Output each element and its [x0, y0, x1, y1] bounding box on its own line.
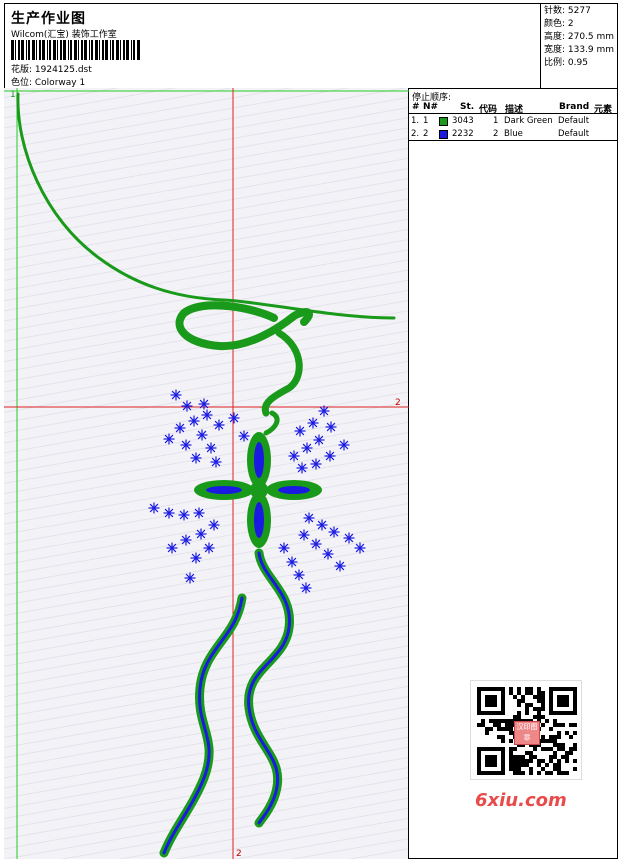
col-needle: N#: [423, 102, 439, 112]
row-stitches: 3043: [452, 116, 474, 126]
col-index: #: [412, 102, 420, 112]
row-code: 2: [493, 129, 499, 139]
barcode-image: [11, 40, 140, 60]
design-width: 宽度: 133.9 mm: [544, 45, 615, 55]
row-index: 2.: [411, 129, 420, 139]
petal-top-inner: [254, 442, 264, 478]
design-file-label: 花版: 1924125.dst: [11, 65, 92, 75]
flower-center: [250, 481, 268, 499]
petal-bottom-inner: [254, 502, 264, 538]
stop-row-1[interactable]: 1. 1 3043 1 Dark Green Default: [409, 115, 618, 128]
col-brand: Brand: [559, 102, 590, 112]
guide-v-label: 2: [236, 849, 242, 859]
page-title: 生产作业图: [11, 11, 86, 27]
panel-divider: [409, 140, 618, 141]
col-code: 代码: [479, 105, 498, 115]
row-index: 1.: [411, 116, 420, 126]
col-element: 元素: [594, 105, 613, 115]
design-scale: 比例: 0.95: [544, 58, 588, 68]
guide-corner-label: 1: [10, 90, 16, 100]
row-brand: Default: [558, 129, 590, 139]
row-needle: 1: [423, 116, 429, 126]
thread-color-swatch: [439, 117, 448, 126]
seal-stamp: 汉印图章: [514, 721, 540, 745]
guide-h-label: 2: [395, 398, 401, 408]
embroidery-canvas: 1 2 2: [4, 88, 409, 859]
watermark-logo: 6xiu.com: [475, 790, 567, 811]
petal-right-inner: [278, 486, 310, 494]
design-preview[interactable]: 1 2 2: [4, 88, 409, 859]
col-description: 描述: [505, 105, 524, 115]
stats-box: 针数: 5277 颜色: 2 高度: 270.5 mm 宽度: 133.9 mm…: [541, 3, 618, 89]
stop-sequence-header: # N# St. 代码 描述 Brand 元素: [409, 101, 618, 115]
row-code: 1: [493, 116, 499, 126]
software-label: Wilcom(汇宝) 装饰工作室: [11, 30, 117, 40]
row-brand: Default: [558, 116, 590, 126]
stitch-count: 针数: 5277: [544, 6, 591, 16]
row-stitches: 2232: [452, 129, 474, 139]
thread-color-swatch: [439, 130, 448, 139]
green-stem: [261, 329, 303, 417]
design-height: 高度: 270.5 mm: [544, 32, 615, 42]
header: 生产作业图 Wilcom(汇宝) 装饰工作室 花版: 1924125.dst 色…: [4, 3, 541, 89]
green-arc-stitch: [16, 92, 396, 320]
hanging-strands: [159, 548, 294, 858]
row-description: Blue: [504, 129, 523, 139]
colorway-label: 色位: Colorway 1: [11, 78, 86, 88]
col-stitches: St.: [460, 102, 475, 112]
row-description: Dark Green: [504, 116, 553, 126]
green-thread-layer: [16, 92, 396, 436]
petal-left-inner: [206, 486, 242, 494]
row-needle: 2: [423, 129, 429, 139]
color-count: 颜色: 2: [544, 19, 574, 29]
